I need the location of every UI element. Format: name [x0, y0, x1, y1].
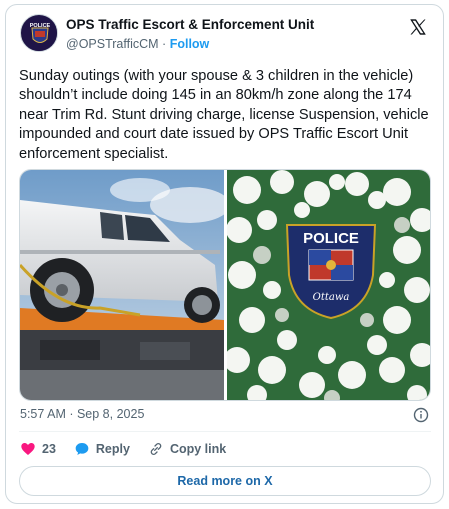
author-name[interactable]: OPS Traffic Escort & Enforcement Unit: [66, 17, 314, 32]
like-button[interactable]: 23: [20, 441, 56, 457]
badge-police-text: POLICE: [303, 230, 359, 247]
author-handle[interactable]: @OPSTrafficCM: [66, 37, 159, 51]
heart-icon: [21, 443, 35, 455]
badge-script-text: Ottawa: [313, 292, 350, 303]
police-logo-icon: POLICE: [22, 16, 57, 51]
reply-icon: [75, 443, 89, 455]
x-logo-icon[interactable]: [408, 17, 428, 37]
link-icon: [150, 443, 162, 455]
copy-link-label: Copy link: [169, 442, 227, 456]
avatar[interactable]: POLICE: [20, 14, 58, 52]
meta-separator: ·: [162, 37, 167, 51]
follow-button[interactable]: Follow: [170, 37, 210, 51]
reply-button[interactable]: Reply: [74, 441, 130, 457]
reply-label: Reply: [95, 442, 130, 456]
post-timestamp[interactable]: 5:57 AM · Sep 8, 2025: [20, 407, 144, 421]
media-grid[interactable]: POLICE Ottawa: [19, 169, 431, 401]
copy-link-button[interactable]: Copy link: [148, 441, 226, 457]
like-count: 23: [42, 442, 56, 456]
police-badge-flowers-photo[interactable]: POLICE Ottawa: [227, 170, 431, 401]
post-card: POLICE OPS Traffic Escort & Enforcement …: [5, 4, 444, 504]
info-icon[interactable]: [413, 407, 429, 423]
read-more-button[interactable]: Read more on X: [19, 466, 431, 496]
action-bar: 23 Reply Copy link: [20, 439, 244, 459]
truck-on-flatbed-photo[interactable]: [20, 170, 224, 401]
author-meta: @OPSTrafficCM · Follow: [66, 37, 209, 51]
avatar-badge-text: POLICE: [30, 23, 51, 29]
post-text: Sunday outings (with your spouse & 3 chi…: [19, 68, 429, 162]
divider: [19, 431, 431, 432]
